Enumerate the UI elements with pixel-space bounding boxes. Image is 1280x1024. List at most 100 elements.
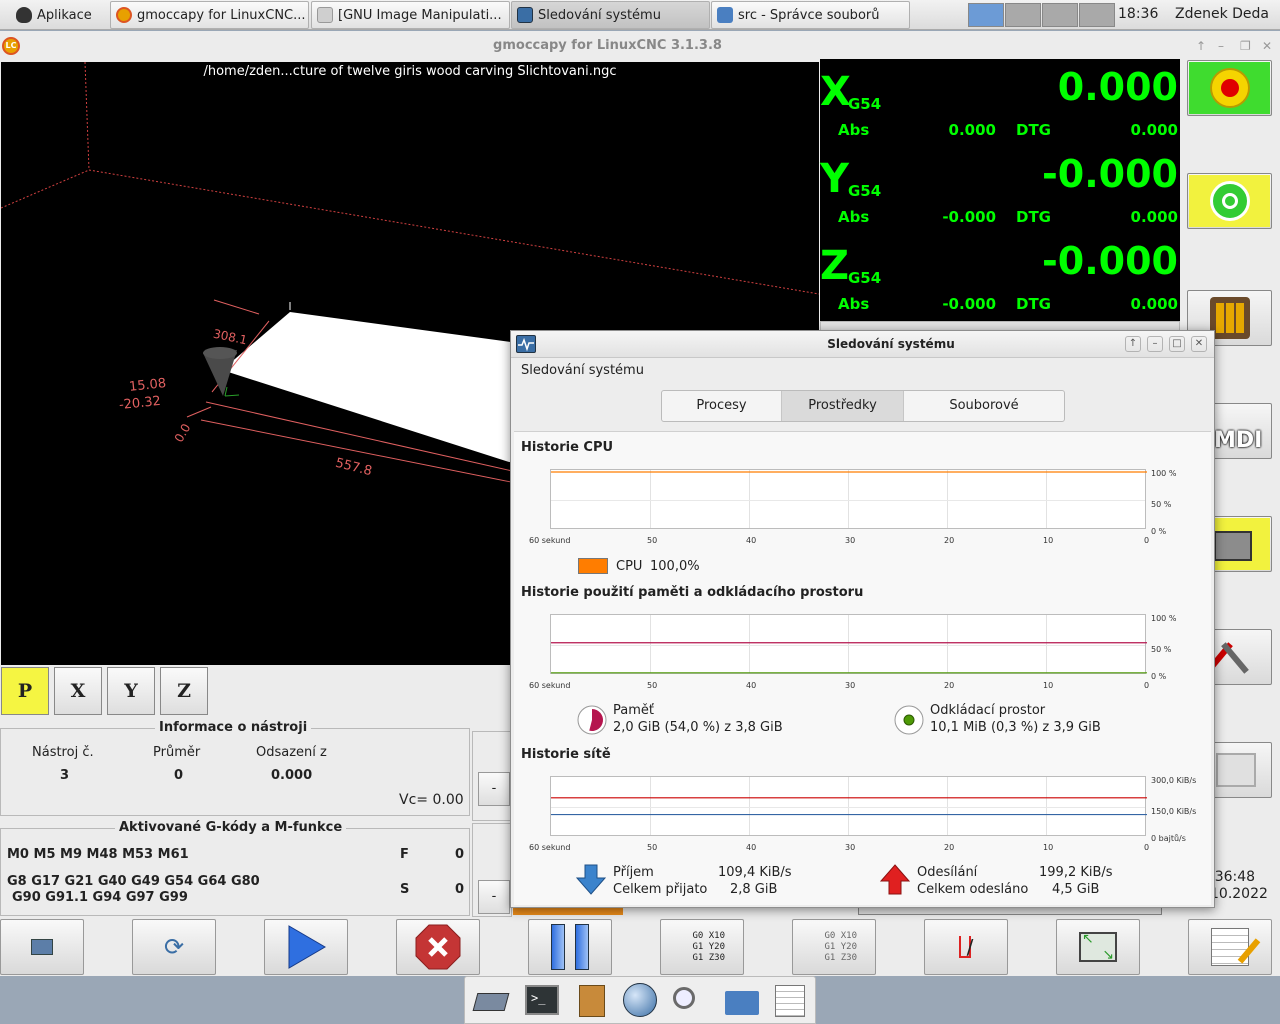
view-perspective-button[interactable]: P <box>1 667 49 715</box>
x-label: 0 <box>1144 681 1150 690</box>
memory-history-heading: Historie použití paměti a odkládacího pr… <box>521 585 864 600</box>
x-label: 60 sekund <box>529 843 571 852</box>
folder-icon <box>717 7 733 23</box>
run-program-button[interactable] <box>264 919 348 975</box>
x-label: 0 <box>1144 536 1150 545</box>
cpu-graph <box>550 469 1147 529</box>
maximize-icon[interactable]: ❐ <box>1240 39 1251 53</box>
view-z-button[interactable]: Z <box>160 667 208 715</box>
file-cabinet-icon[interactable] <box>573 983 611 1019</box>
maximize-icon[interactable]: □ <box>1169 336 1185 352</box>
x-label: 40 <box>746 536 757 545</box>
x-label: 20 <box>944 681 955 690</box>
memory-x-axis: 60 sekund 50 40 30 20 10 0 <box>514 681 1174 693</box>
tab-file-systems[interactable]: Souborové systémy <box>904 391 1064 421</box>
spindle-label: S <box>400 882 410 897</box>
send-rate: 199,2 KiB/s <box>1039 865 1113 880</box>
axis-value: -0.000 <box>1042 239 1178 283</box>
applications-menu-label: Aplikace <box>37 7 92 23</box>
desktop-icon <box>472 993 510 1011</box>
close-icon[interactable]: ✕ <box>1191 336 1207 352</box>
fullscreen-button[interactable]: ↖ ↘ <box>1056 919 1140 975</box>
web-browser-icon[interactable] <box>621 983 659 1019</box>
memory-pie-icon[interactable] <box>576 704 608 736</box>
time-display: :36:48 <box>1210 869 1256 885</box>
taskbar-window-gimp[interactable]: [GNU Image Manipulati... <box>311 1 510 29</box>
x-label: 40 <box>746 843 757 852</box>
tab-resources[interactable]: Prostředky <box>782 391 904 421</box>
estop-core <box>1221 79 1239 97</box>
resources-panel: Historie CPU 100 % 50 % 0 % 60 sekund 50… <box>514 431 1211 905</box>
machine-power-button[interactable] <box>1187 173 1272 229</box>
reload-button[interactable]: ⟳ <box>132 919 216 975</box>
dro-y[interactable]: Y G54 -0.000 Abs -0.000 DTG 0.000 <box>820 146 1180 233</box>
memory-line <box>551 642 1147 674</box>
home-folder-icon[interactable] <box>723 983 761 1019</box>
open-file-button[interactable] <box>0 919 84 975</box>
taskbar-window-system-monitor[interactable]: Sledování systému <box>511 1 710 29</box>
workspace-3[interactable] <box>1042 3 1078 27</box>
dro-x[interactable]: X G54 0.000 Abs 0.000 DTG 0.000 <box>820 59 1180 146</box>
x-label: 30 <box>845 681 856 690</box>
system-monitor-titlebar: Sledování systému ↑ – □ ✕ <box>511 331 1214 358</box>
dtg-value: 0.000 <box>1130 121 1178 139</box>
download-arrow-icon[interactable] <box>576 864 606 896</box>
emergency-stop-button[interactable] <box>1187 60 1272 116</box>
memory-label: Paměť <box>613 703 654 718</box>
workspace-1[interactable] <box>968 3 1004 27</box>
axis-letter: Z <box>820 243 850 289</box>
receive-label: Příjem <box>613 865 654 880</box>
gimp-icon <box>317 7 333 23</box>
x-label: 20 <box>944 843 955 852</box>
total-received: 2,8 GiB <box>730 882 778 897</box>
dro-z[interactable]: Z G54 -0.000 Abs -0.000 DTG 0.000 <box>820 233 1180 320</box>
pause-program-button[interactable] <box>528 919 612 975</box>
abs-value: 0.000 <box>948 121 996 139</box>
block-delete-button[interactable]: / <box>924 919 1008 975</box>
view-x-button[interactable]: X <box>54 667 102 715</box>
clock[interactable]: 18:36 <box>1118 6 1158 22</box>
cpu-color-swatch[interactable] <box>578 558 608 574</box>
terminal-icon[interactable]: >_ <box>523 983 561 1019</box>
upload-arrow-icon[interactable] <box>880 864 910 896</box>
fullscreen-icon: ↖ ↘ <box>1079 931 1117 963</box>
view-y-button[interactable]: Y <box>107 667 155 715</box>
workspace-4[interactable] <box>1079 3 1115 27</box>
minimize-icon[interactable]: – <box>1147 336 1163 352</box>
workspace-2[interactable] <box>1005 3 1041 27</box>
network-history-heading: Historie sítě <box>521 747 611 762</box>
keep-above-icon[interactable]: ↑ <box>1196 39 1206 53</box>
run-from-line-button[interactable]: G0 X10 G1 Y20 G1 Z30 <box>792 919 876 975</box>
edit-file-button[interactable] <box>1188 919 1272 975</box>
keep-above-icon[interactable]: ↑ <box>1125 336 1141 352</box>
coordinate-system: G54 <box>848 269 882 287</box>
cabinet-icon <box>579 985 605 1017</box>
magnifier-icon <box>673 987 695 1009</box>
network-x-axis: 60 sekund 50 40 30 20 10 0 <box>514 843 1174 855</box>
tool-number-label: Nástroj č. <box>32 745 94 760</box>
minimize-icon[interactable]: – <box>1218 39 1224 53</box>
abs-label: Abs <box>838 208 870 226</box>
search-icon[interactable] <box>669 983 707 1019</box>
gcode-block-line: G0 X10 <box>692 930 725 941</box>
gmoccapy-title: gmoccapy for LinuxCNC 3.1.3.8 <box>493 38 722 53</box>
taskbar-window-file-manager[interactable]: src - Správce souborů <box>711 1 910 29</box>
taskbar-window-gmoccapy[interactable]: gmoccapy for LinuxCNC... <box>110 1 309 29</box>
text-editor-icon[interactable] <box>771 983 809 1019</box>
y-label: 150,0 KiB/s <box>1151 807 1197 816</box>
pause-icon <box>551 924 565 970</box>
show-desktop-icon[interactable] <box>471 983 510 1019</box>
tab-processes[interactable]: Procesy <box>662 391 782 421</box>
user-name[interactable]: Zdenek Deda <box>1175 6 1269 22</box>
step-button[interactable]: G0 X10 G1 Y20 G1 Z30 <box>660 919 744 975</box>
cpu-legend-label: CPU <box>616 559 643 574</box>
decrease-override-button[interactable]: - <box>478 772 510 806</box>
decrease-spindle-button[interactable]: - <box>478 880 510 914</box>
stop-program-button[interactable] <box>396 919 480 975</box>
dtg-label: DTG <box>1016 121 1051 139</box>
tabs-icon <box>1216 753 1256 787</box>
swap-pie-icon[interactable] <box>893 704 925 736</box>
applications-menu[interactable]: Aplikace <box>16 1 108 29</box>
gcode-block-line: G1 Y20 <box>692 941 725 952</box>
close-icon[interactable]: ✕ <box>1262 39 1272 53</box>
